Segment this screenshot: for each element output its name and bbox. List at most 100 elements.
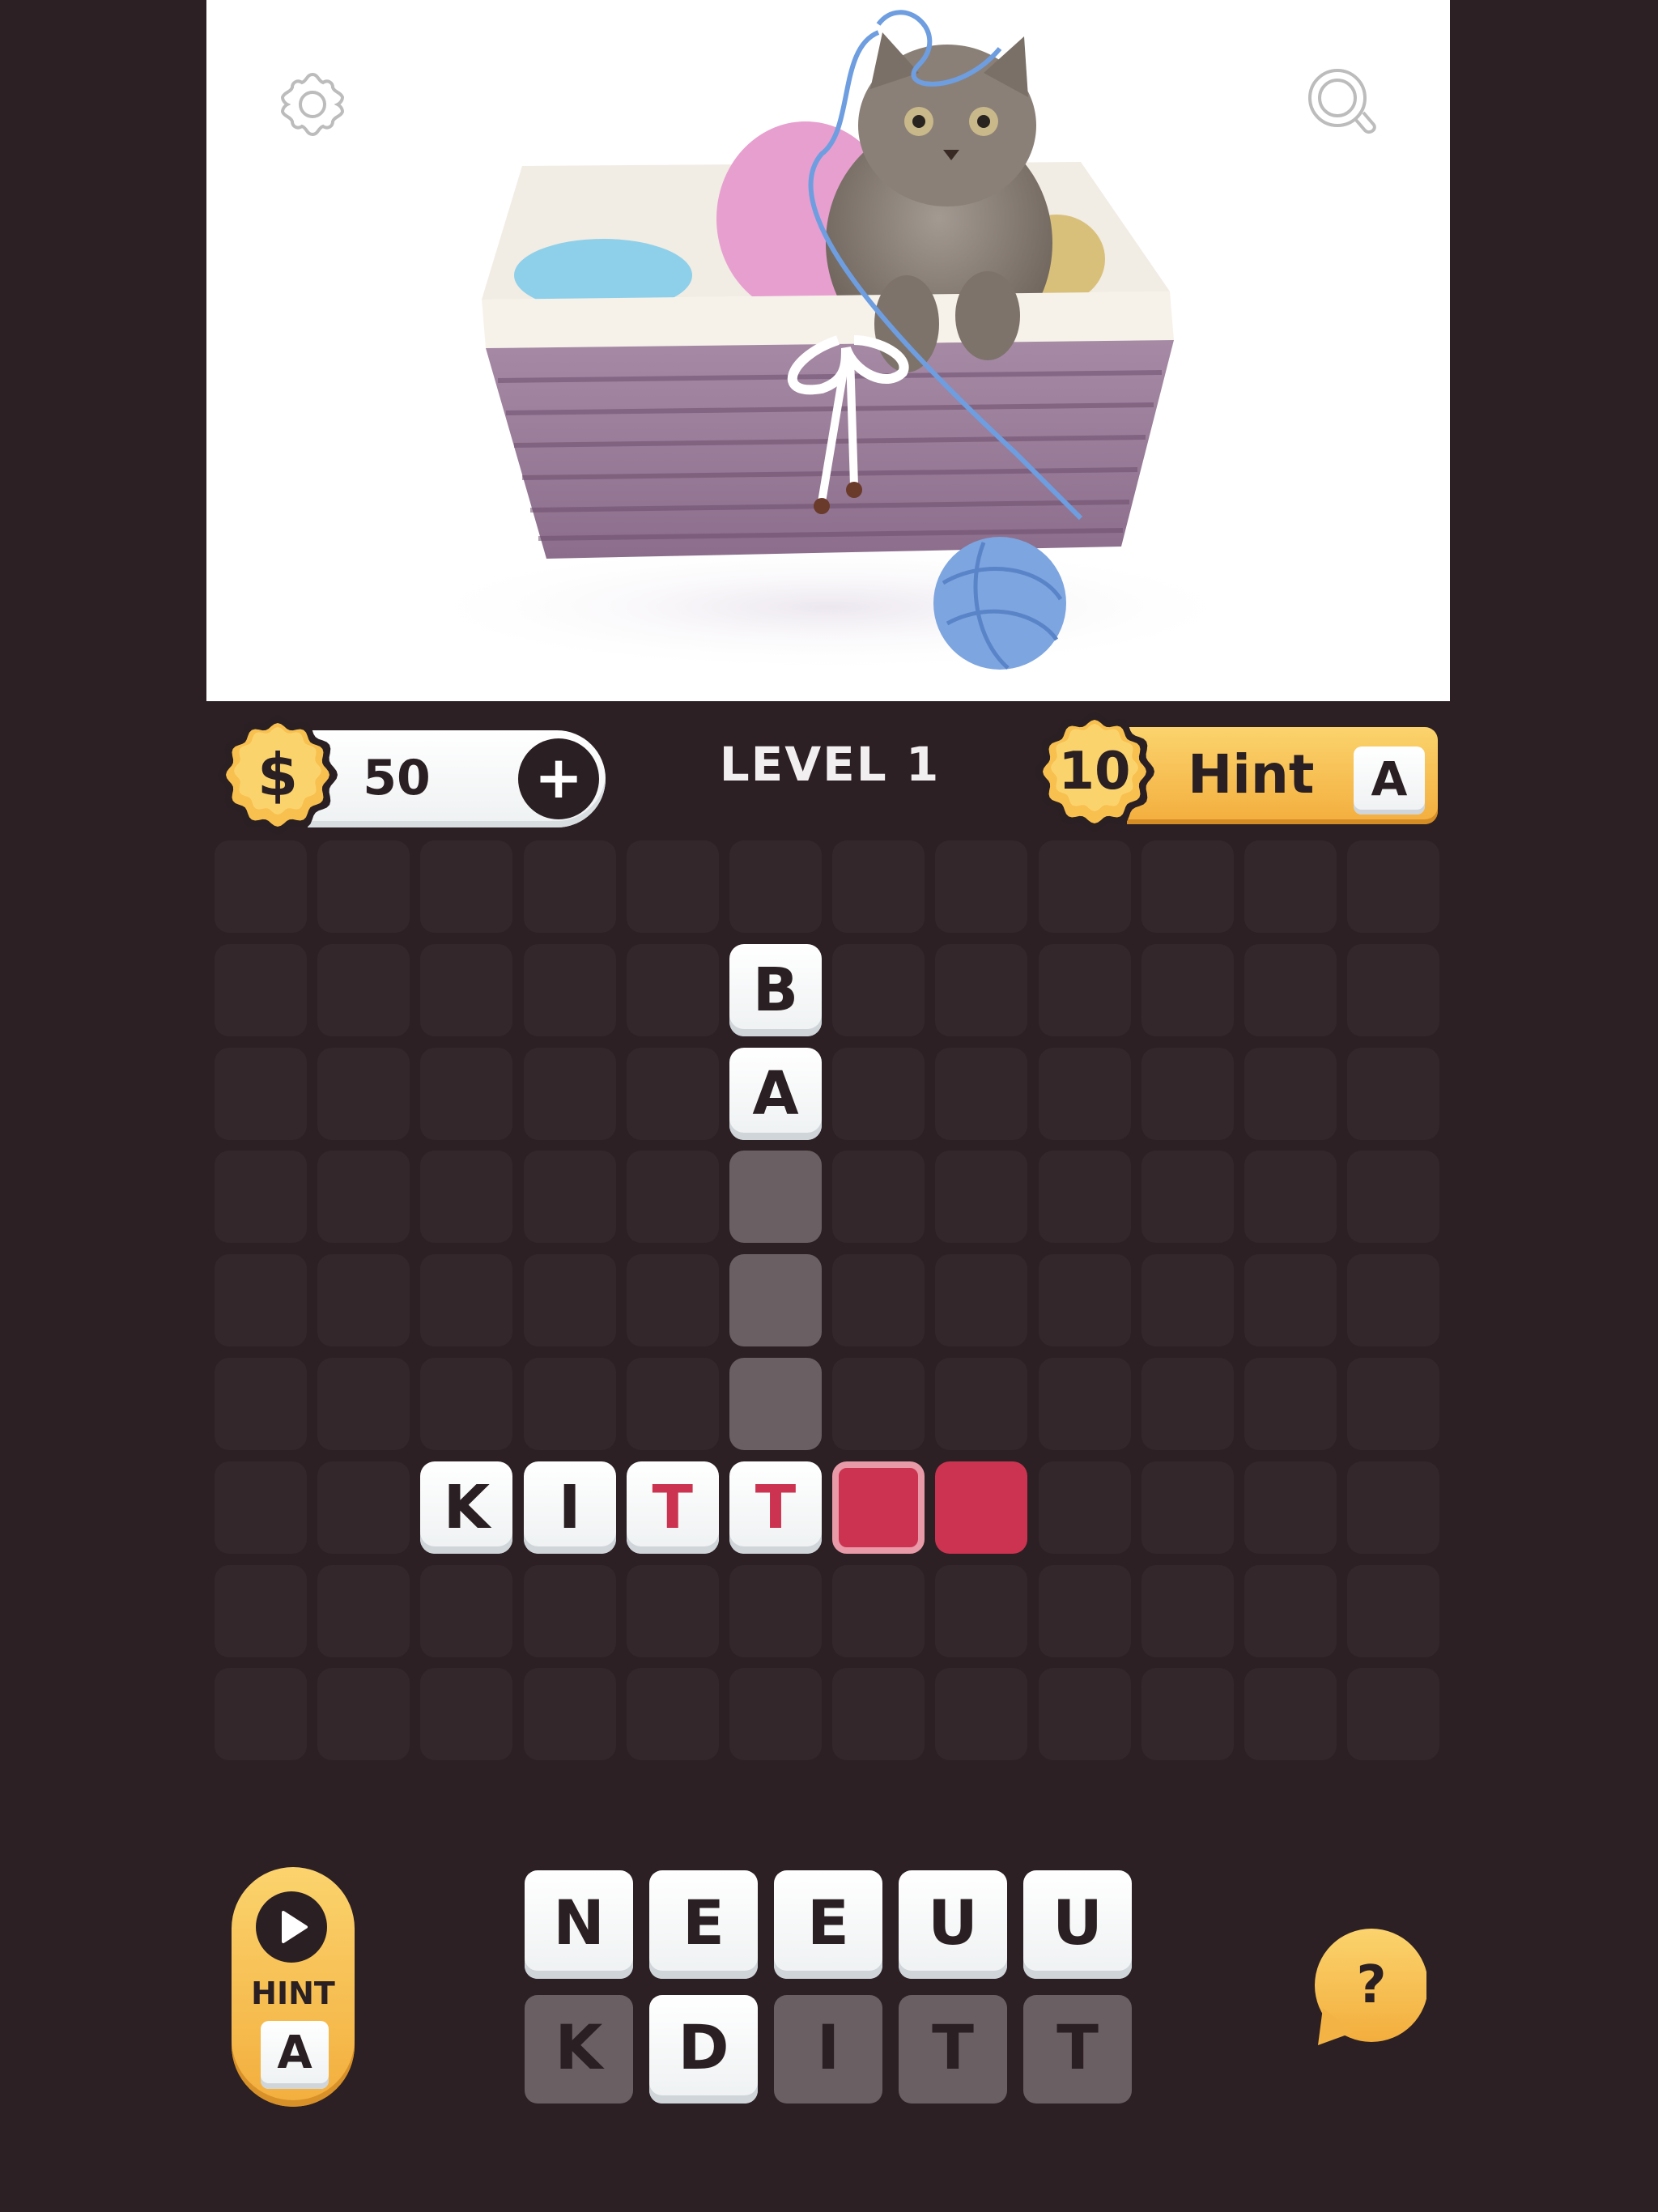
video-hint-button[interactable]: HINT A [232,1867,355,2107]
grid-cell-empty [1244,1668,1337,1761]
grid-cell-empty [729,840,822,933]
grid-cell-empty [832,840,925,933]
yarn-ball [933,537,1066,670]
letter-key[interactable]: N [525,1870,633,1979]
grid-cell-empty [420,840,513,933]
grid-cell-empty [1141,943,1234,1036]
grid-cell-empty [1347,1047,1440,1140]
letter-key-used[interactable]: T [899,1995,1007,2104]
grid-cell-empty [832,943,925,1036]
grid-cell-empty [317,1358,410,1450]
hint-letter-tile: A [1354,747,1425,815]
grid-cell-empty [626,1564,719,1657]
grid-cell-empty [1141,1564,1234,1657]
add-coins-button[interactable]: + [518,738,599,819]
play-icon [282,1911,308,1943]
crossword-grid: BAKITT [215,840,1448,1766]
grid-cell-empty [317,840,410,933]
grid-cell-empty [523,1047,616,1140]
letter-key[interactable]: E [774,1870,882,1979]
grid-cell-empty [317,1564,410,1657]
gear-icon [280,72,345,137]
letter-tile[interactable]: I [523,1461,616,1554]
grid-cell-empty [1141,1047,1234,1140]
reveal-letter-hint-button[interactable]: 10 Hint A [1035,712,1439,832]
letter-key[interactable]: U [899,1870,1007,1979]
answer-slot[interactable] [729,1151,822,1244]
hint-cost-badge: 10 [1034,711,1155,832]
grid-cell-empty [523,1254,616,1347]
grid-cell-empty [1038,1668,1131,1761]
grid-cell-empty [215,1151,307,1244]
answer-slot-selected[interactable] [832,1461,925,1554]
grid-cell-empty [420,943,513,1036]
grid-cell-empty [523,1564,616,1657]
letter-tile[interactable]: K [420,1461,513,1554]
letter-tile[interactable]: B [729,943,822,1036]
grid-cell-empty [317,1047,410,1140]
letter-key-used[interactable]: T [1023,1995,1132,2104]
grid-cell-empty [935,1047,1028,1140]
grid-cell-empty [832,1668,925,1761]
grid-cell-empty [1347,1564,1440,1657]
grid-cell-empty [626,943,719,1036]
grid-cell-empty [215,1047,307,1140]
play-button-circle [256,1891,327,1963]
grid-cell-empty [420,1564,513,1657]
coin-amount: 50 [363,750,431,806]
grid-cell-empty [935,1254,1028,1347]
grid-cell-empty [626,1358,719,1450]
grid-cell-empty [317,1254,410,1347]
grid-cell-empty [935,943,1028,1036]
letter-key[interactable]: D [649,1995,758,2104]
grid-cell-empty [215,1564,307,1657]
settings-button[interactable] [268,60,357,149]
grid-cell-empty [317,1461,410,1554]
grid-cell-empty [1347,1151,1440,1244]
grid-cell-empty [1347,1668,1440,1761]
grid-cell-empty [935,1151,1028,1244]
grid-cell-empty [626,840,719,933]
hint-label: Hint [1188,743,1315,806]
letter-key-used[interactable]: K [525,1995,633,2104]
answer-slot[interactable] [729,1358,822,1450]
grid-cell-empty [215,1668,307,1761]
hint-cost: 10 [1058,742,1131,802]
grid-cell-empty [935,1358,1028,1450]
grid-cell-empty [215,1461,307,1554]
grid-cell-empty [1038,1151,1131,1244]
letter-tile-active-word[interactable]: T [626,1461,719,1554]
letter-key-used[interactable]: I [774,1995,882,2104]
coin-balance: $ 50 + [218,715,614,835]
grid-cell-empty [420,1668,513,1761]
zoom-image-button[interactable] [1299,60,1388,149]
grid-cell-empty [832,1047,925,1140]
grid-cell-empty [1244,840,1337,933]
answer-slot-active[interactable] [935,1461,1028,1554]
grid-cell-empty [523,1668,616,1761]
grid-cell-empty [420,1151,513,1244]
help-button[interactable]: ? [1305,1927,1426,2048]
kitten-basket-illustration [409,10,1251,672]
letter-key[interactable]: U [1023,1870,1132,1979]
letter-tile[interactable]: A [729,1047,822,1140]
grid-cell-empty [215,943,307,1036]
grid-cell-empty [832,1564,925,1657]
help-question-mark: ? [1356,1955,1387,2015]
answer-slot[interactable] [729,1254,822,1347]
grid-cell-empty [1141,1461,1234,1554]
letter-tile-active-word[interactable]: T [729,1461,822,1554]
grid-cell-empty [523,1358,616,1450]
magnifier-icon [1308,69,1376,134]
grid-cell-empty [626,1668,719,1761]
grid-cell-empty [215,1254,307,1347]
grid-cell-empty [1244,943,1337,1036]
grid-cell-empty [935,840,1028,933]
letter-bank: NEEUUKDITT [525,1870,1133,2105]
grid-cell-empty [1244,1047,1337,1140]
letter-key[interactable]: E [649,1870,758,1979]
grid-cell-empty [523,840,616,933]
grid-cell-empty [1038,1047,1131,1140]
video-hint-label: HINT [251,1976,335,2011]
grid-cell-empty [832,1151,925,1244]
